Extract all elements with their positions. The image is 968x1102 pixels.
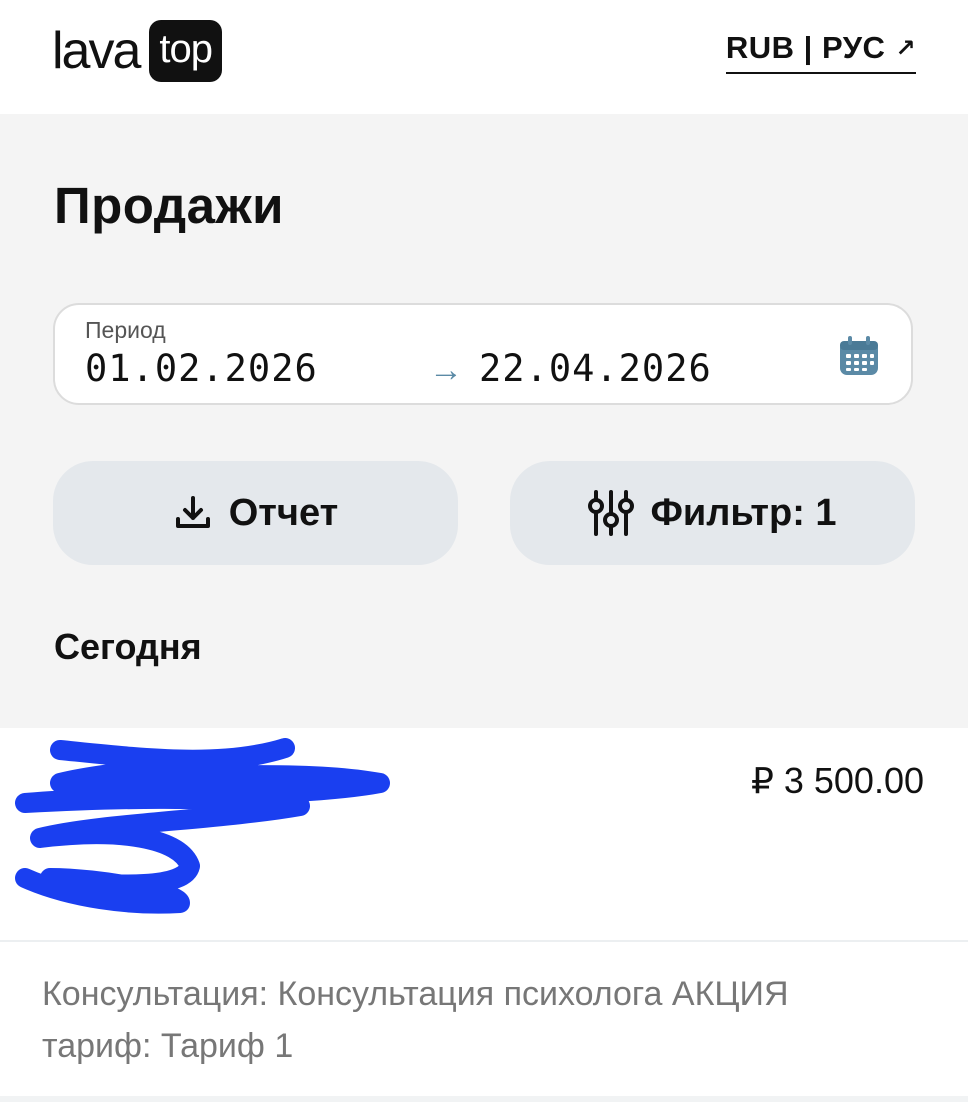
external-arrow-icon: ↗ [895, 34, 916, 62]
page-title: Продажи [54, 177, 285, 234]
period-picker[interactable]: Период 01.02.2026 → 22.04.2026 [53, 303, 913, 405]
product-tariff: тариф: Тариф 1 [42, 1027, 294, 1065]
report-button[interactable]: Отчет [53, 461, 458, 565]
locale-label: RUB | РУС [725, 30, 886, 65]
product-description: Консультация: Консультация психолога АКЦ… [42, 968, 922, 1072]
logo-badge: top [149, 20, 223, 82]
period-label: Период [85, 317, 166, 343]
report-button-label: Отчет [228, 491, 339, 534]
sale-item[interactable]: ****3 ₽ 3 500.00 [0, 728, 968, 940]
range-arrow-icon: → [429, 351, 463, 389]
sale-amount: ₽ 3 500.00 [750, 760, 924, 801]
app-header: lava top RUB | РУС ↗ [0, 0, 968, 114]
buyer-card-number: ****3 [42, 870, 114, 908]
sales-controls-section: Продажи Период 01.02.2026 → 22.04.2026 О… [0, 114, 968, 728]
date-group-today: Сегодня [54, 626, 202, 667]
filter-button-label: Фильтр: 1 [650, 491, 837, 534]
lava-top-logo[interactable]: lava top [52, 20, 223, 82]
sliders-icon [588, 490, 635, 536]
download-icon [175, 496, 210, 528]
date-to-field[interactable]: 22.04.2026 [479, 347, 712, 390]
filter-button[interactable]: Фильтр: 1 [510, 461, 915, 565]
currency-language-switch[interactable]: RUB | РУС ↗ [725, 30, 916, 74]
bottom-divider [0, 1096, 968, 1102]
date-from-field[interactable]: 01.02.2026 [85, 347, 318, 390]
divider [0, 940, 968, 942]
calendar-icon[interactable] [837, 335, 881, 379]
logo-word: lava [52, 22, 141, 80]
product-name: Консультация: Консультация психолога АКЦ… [42, 975, 789, 1013]
